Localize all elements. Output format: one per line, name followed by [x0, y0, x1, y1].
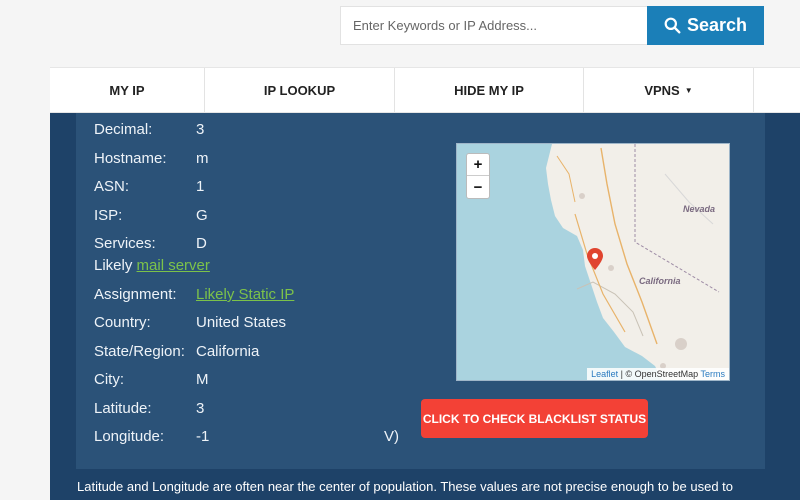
detail-value: G — [196, 207, 208, 224]
location-map[interactable]: + − Nevada California Leaflet | © OpenSt… — [456, 143, 730, 381]
nav-item-hide-my-ip[interactable]: HIDE MY IP — [395, 68, 584, 112]
search-input[interactable] — [340, 6, 647, 45]
search-button[interactable]: Search — [647, 6, 764, 45]
detail-label: Country: — [94, 314, 151, 331]
detail-value: United States — [196, 314, 287, 331]
detail-row-decimal: Decimal: 3 — [94, 121, 204, 138]
search-icon — [664, 17, 681, 34]
detail-value: 3 — [196, 121, 205, 138]
detail-value: 1 — [196, 178, 205, 195]
map-attribution: Leaflet | © OpenStreetMap Terms — [587, 368, 729, 380]
detail-value: California — [196, 343, 260, 360]
detail-label: ISP: — [94, 207, 123, 224]
detail-row-longitude: Longitude: -1 — [94, 428, 209, 445]
zoom-in-button[interactable]: + — [467, 154, 489, 176]
detail-row-services: Services: D — [94, 235, 207, 252]
check-blacklist-button[interactable]: CLICK TO CHECK BLACKLIST STATUS — [421, 399, 648, 438]
detail-label: Hostname: — [94, 150, 167, 167]
coordinates-note: Latitude and Longitude are often near th… — [77, 479, 734, 494]
detail-label: Latitude: — [94, 400, 152, 417]
terms-link[interactable]: Terms — [701, 369, 726, 379]
detail-value: D — [196, 235, 207, 252]
detail-label: State/Region: — [94, 343, 185, 360]
nav-item-my-ip[interactable]: MY IP — [50, 68, 205, 112]
nav-item-label: MY IP — [109, 82, 145, 98]
attribution-text: | © OpenStreetMap — [618, 369, 701, 379]
services-likely: Likely mail server — [94, 257, 210, 274]
static-ip-link[interactable]: Likely Static IP — [196, 286, 294, 303]
main-nav: MY IP IP LOOKUP HIDE MY IP VPNS ▼ — [50, 67, 800, 113]
nav-item-label: HIDE MY IP — [454, 82, 524, 98]
detail-value: M — [196, 371, 209, 388]
detail-row-assignment: Assignment: Likely Static IP — [94, 286, 294, 303]
map-marker-icon[interactable] — [587, 248, 603, 270]
detail-value: 3 — [196, 400, 205, 417]
nav-item-ip-lookup[interactable]: IP LOOKUP — [205, 68, 395, 112]
zoom-control: + − — [466, 153, 490, 199]
detail-row-latitude: Latitude: 3 — [94, 400, 204, 417]
nav-item-label: VPNS — [644, 82, 680, 98]
mail-server-link[interactable]: mail server — [137, 257, 210, 274]
detail-value: -1 — [196, 428, 210, 445]
detail-row-hostname: Hostname: m — [94, 150, 209, 167]
detail-label: Longitude: — [94, 428, 165, 445]
map-label-nevada: Nevada — [683, 204, 716, 214]
longitude-trailing: V) — [384, 428, 399, 445]
detail-label: ASN: — [94, 178, 130, 195]
detail-row-asn: ASN: 1 — [94, 178, 204, 195]
search-button-label: Search — [686, 15, 748, 35]
nav-item-label: IP LOOKUP — [263, 82, 336, 98]
chevron-down-icon: ▼ — [684, 85, 693, 95]
map-label-california: California — [639, 276, 681, 286]
likely-prefix: Likely — [94, 257, 133, 274]
detail-row-city: City: M — [94, 371, 209, 388]
nav-item-vpns[interactable]: VPNS ▼ — [584, 68, 754, 112]
detail-label: Decimal: — [94, 121, 153, 138]
detail-value: m — [196, 150, 209, 167]
detail-label: Services: — [94, 235, 156, 252]
zoom-out-button[interactable]: − — [467, 176, 489, 198]
leaflet-link[interactable]: Leaflet — [591, 369, 618, 379]
detail-label: Assignment: — [94, 286, 177, 303]
detail-row-isp: ISP: G — [94, 207, 208, 224]
detail-row-country: Country: United States — [94, 314, 286, 331]
detail-label: City: — [94, 371, 124, 388]
detail-row-state: State/Region: California — [94, 343, 259, 360]
